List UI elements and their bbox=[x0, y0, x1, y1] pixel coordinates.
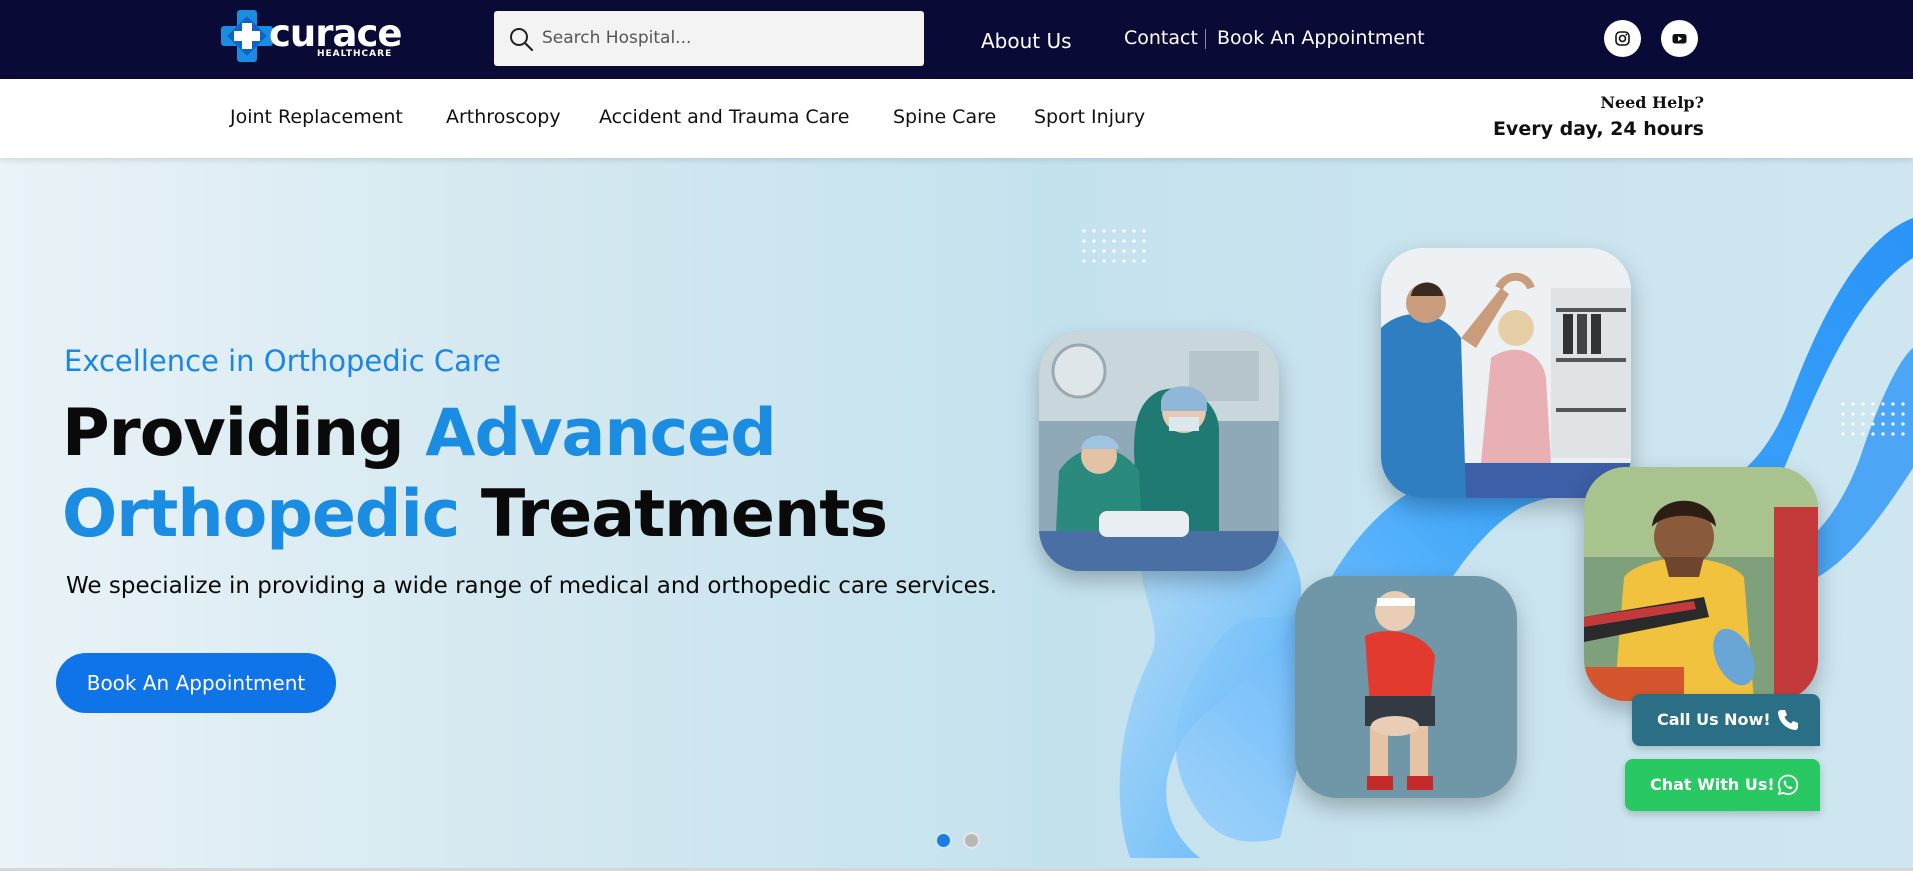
headline-part: Treatments bbox=[459, 477, 888, 552]
nav-sport-injury[interactable]: Sport Injury bbox=[1034, 106, 1145, 128]
phone-icon bbox=[1778, 710, 1798, 730]
whatsapp-icon bbox=[1777, 774, 1799, 796]
need-help-label: Need Help? bbox=[1600, 93, 1704, 112]
service-nav: Joint Replacement Arthroscopy Accident a… bbox=[0, 79, 1913, 158]
headline-highlight: Orthopedic bbox=[62, 477, 460, 552]
nav-about-us-link[interactable]: About Us bbox=[981, 29, 1072, 53]
dot-pattern bbox=[1082, 229, 1146, 263]
nav-contact-link[interactable]: Contact bbox=[1124, 27, 1198, 49]
nav-divider bbox=[1205, 29, 1206, 49]
search-box[interactable] bbox=[494, 11, 924, 66]
nav-book-appointment-link[interactable]: Book An Appointment bbox=[1217, 27, 1425, 49]
chat-with-us-button[interactable]: Chat With Us! bbox=[1625, 759, 1820, 811]
nav-spine-care[interactable]: Spine Care bbox=[893, 106, 996, 128]
nav-accident-trauma-care[interactable]: Accident and Trauma Care bbox=[599, 106, 849, 128]
hero-headline: Providing Advanced Orthopedic Treatments bbox=[62, 393, 888, 555]
logo[interactable]: curace HEALTHCARE bbox=[217, 6, 403, 66]
slide-indicator-2[interactable] bbox=[963, 832, 980, 849]
hero-eyebrow: Excellence in Orthopedic Care bbox=[64, 344, 502, 378]
nav-joint-replacement[interactable]: Joint Replacement bbox=[230, 106, 403, 128]
book-appointment-button[interactable]: Book An Appointment bbox=[56, 653, 336, 713]
instagram-button[interactable] bbox=[1604, 20, 1641, 57]
dot-pattern bbox=[1841, 402, 1905, 436]
trauma-care-photo bbox=[1584, 467, 1818, 701]
knee-pain-photo bbox=[1295, 576, 1517, 798]
surgery-photo bbox=[1039, 331, 1279, 571]
youtube-button[interactable] bbox=[1661, 20, 1698, 57]
physiotherapy-photo bbox=[1381, 248, 1631, 498]
hero-description: We specialize in providing a wide range … bbox=[66, 573, 998, 599]
nav-arthroscopy[interactable]: Arthroscopy bbox=[446, 106, 561, 128]
logo-wordmark: curace bbox=[269, 12, 403, 55]
youtube-icon bbox=[1672, 34, 1687, 44]
help-hours: Every day, 24 hours bbox=[1492, 118, 1704, 140]
search-input[interactable] bbox=[542, 23, 902, 53]
call-us-label: Call Us Now! bbox=[1657, 710, 1771, 729]
call-us-button[interactable]: Call Us Now! bbox=[1632, 694, 1820, 746]
slide-indicator-1[interactable] bbox=[935, 832, 952, 849]
logo-tagline: HEALTHCARE bbox=[317, 49, 393, 59]
instagram-icon bbox=[1615, 31, 1630, 46]
headline-part: Providing bbox=[62, 396, 426, 471]
search-icon[interactable] bbox=[508, 26, 534, 52]
chat-with-us-label: Chat With Us! bbox=[1650, 775, 1775, 794]
headline-highlight: Advanced bbox=[425, 396, 776, 471]
cross-logo-icon bbox=[221, 10, 273, 62]
top-bar: curace HEALTHCARE About Us Contact Book … bbox=[0, 0, 1913, 79]
hero-section: Excellence in Orthopedic Care Providing … bbox=[0, 158, 1913, 868]
